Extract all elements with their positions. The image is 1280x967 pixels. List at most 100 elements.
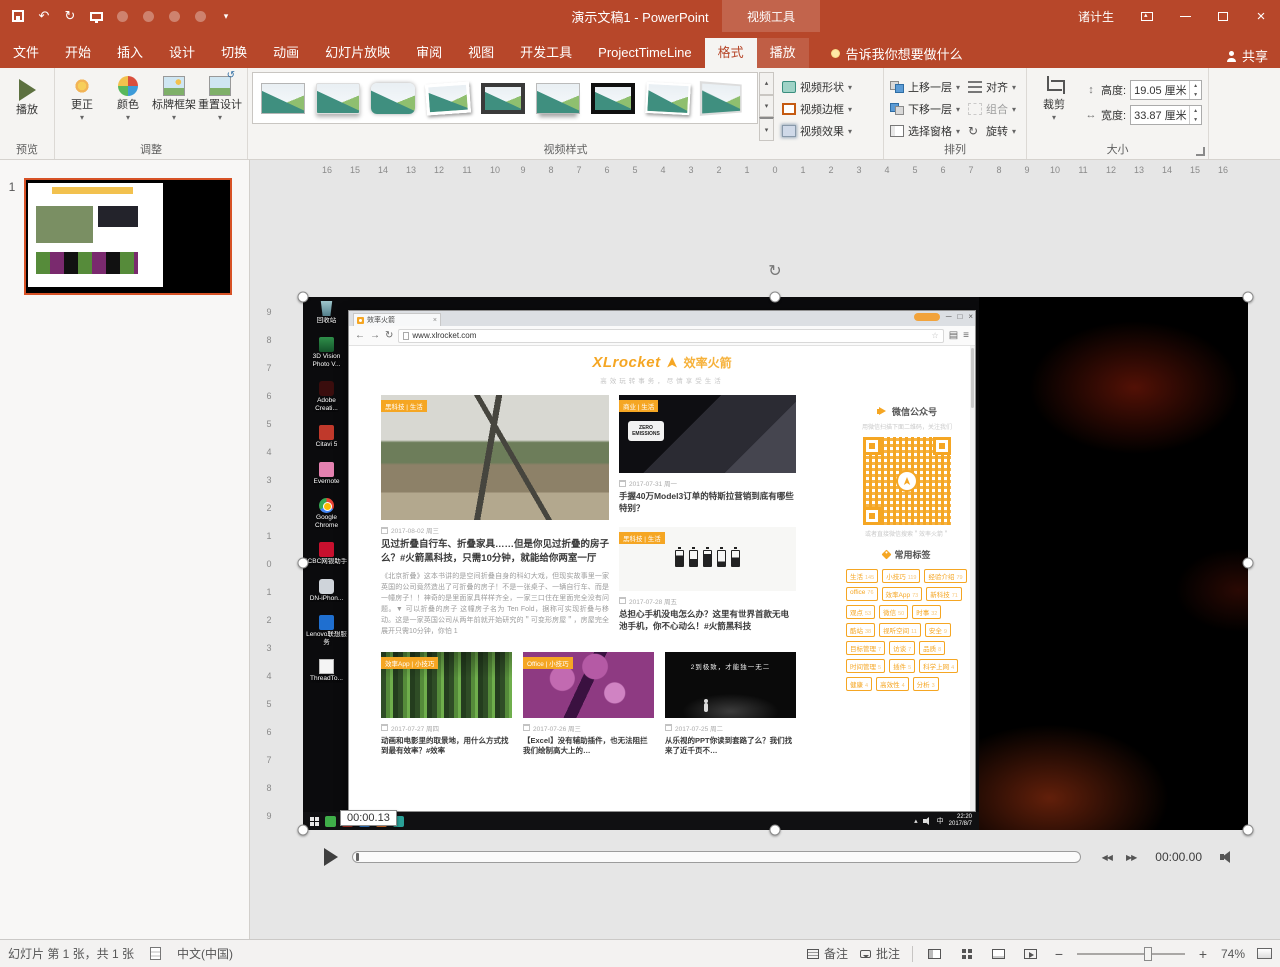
resize-handle-top-right[interactable] (1243, 292, 1254, 303)
tab-ProjectTimeLine[interactable]: ProjectTimeLine (585, 38, 704, 68)
gallery-more-icon[interactable]: ▾ (759, 117, 774, 141)
play-button[interactable]: 播放 (4, 72, 50, 141)
resize-handle-bottom-left[interactable] (298, 825, 309, 836)
video-style-tilt-right[interactable] (640, 75, 695, 121)
browser-scrollbar[interactable] (970, 346, 975, 811)
size-dialog-launcher-icon[interactable] (1196, 147, 1205, 156)
article-image-bamboo[interactable]: 效率App | 小技巧 (381, 652, 512, 718)
desktop-icon[interactable]: Adobe Creati... (305, 381, 348, 412)
tab-设计[interactable]: 设计 (156, 38, 208, 68)
article-card[interactable]: 商业 | 生活 ZERO EMISSIONS 2017-07-31 周一 (619, 395, 796, 515)
frame-back-icon[interactable]: ◀◀ (1102, 853, 1112, 862)
article-title[interactable]: 【Excel】没有辅助插件，也无法阻拦我们绘制高大上的… (523, 736, 654, 757)
tag-安全[interactable]: 安全9 (925, 623, 951, 637)
save-icon[interactable] (12, 10, 24, 22)
media-play-icon[interactable] (324, 848, 338, 866)
desktop-icon[interactable]: Citavi 5 (305, 425, 348, 448)
browser-notice-badge[interactable] (914, 313, 940, 321)
reading-mode-icon[interactable]: ▤ (949, 330, 958, 341)
article-card[interactable]: 效率App | 小技巧 2017-07-27 周四 动画和电影里的取景地，用什么… (381, 652, 512, 757)
start-slideshow-icon[interactable] (90, 12, 103, 21)
tag-效率App[interactable]: 效率App73 (882, 587, 923, 601)
bookmark-star-icon[interactable]: ☆ (932, 331, 939, 340)
article-image-folding-house[interactable]: 黑科技 | 生活 (381, 395, 609, 520)
tag-分析[interactable]: 分析3 (913, 677, 939, 691)
button-重置设计[interactable]: 重置设计▾ (197, 72, 243, 141)
button-颜色[interactable]: 颜色▾ (105, 72, 151, 141)
button-对齐[interactable]: 对齐▾ (968, 77, 1016, 96)
language-indicator[interactable]: 中文(中国) (177, 945, 233, 962)
tab-播放[interactable]: 播放 (757, 38, 809, 68)
tab-开始[interactable]: 开始 (52, 38, 104, 68)
tag-高效性[interactable]: 高效性4 (876, 677, 909, 691)
desktop-icon[interactable]: ICBC网银助手 (305, 542, 348, 565)
refresh-icon[interactable]: ↻ (385, 330, 393, 341)
taskbar-clock[interactable]: 22:20 2017/8/7 (949, 814, 974, 829)
article-image-keynote[interactable]: 2到极致，才能独一无二 (665, 652, 796, 718)
video-frame[interactable]: 回收站3D Vision Photo V...Adobe Creati...Ci… (303, 297, 979, 830)
media-volume-icon[interactable] (1220, 851, 1235, 863)
video-style-dark-frame[interactable] (475, 75, 530, 121)
zoom-in-icon[interactable]: + (1197, 946, 1209, 962)
browser-minimize-icon[interactable]: ─ (946, 312, 952, 321)
category-badge[interactable]: 商业 | 生活 (619, 400, 658, 412)
tag-健康[interactable]: 健康4 (846, 677, 872, 691)
video-style-reflection[interactable] (530, 75, 585, 121)
tag-视听空间[interactable]: 视听空间11 (879, 623, 921, 637)
minimize-icon[interactable] (1166, 0, 1204, 32)
tab-幻灯片放映[interactable]: 幻灯片放映 (312, 38, 403, 68)
article-title[interactable]: 动画和电影里的取景地，用什么方式找到最有效率？#效率 (381, 736, 512, 757)
site-logo[interactable]: XLrocket 效率火箭 (349, 354, 975, 371)
tag-品质[interactable]: 品质8 (919, 641, 945, 655)
resize-handle-top-left[interactable] (298, 292, 309, 303)
taskbar-language-indicator[interactable]: 中 (937, 816, 944, 826)
video-style-black-frame[interactable] (585, 75, 640, 121)
tag-酷站[interactable]: 酷站38 (846, 623, 875, 637)
height-spinner[interactable]: ▲▼ (1189, 81, 1201, 99)
slide-sorter-view-button[interactable] (957, 944, 977, 964)
slide-thumbnail[interactable] (24, 178, 232, 295)
menu-icon[interactable]: ≡ (963, 330, 969, 341)
tag-观点[interactable]: 观点53 (846, 605, 875, 619)
article-title[interactable]: 从乐视的PPT你读到套路了么？我们找来了近千页不… (665, 736, 796, 757)
button-视频效果[interactable]: 视频效果▾ (782, 122, 852, 141)
back-icon[interactable]: ← (355, 330, 365, 341)
browser-tab[interactable]: 效率火箭 × (353, 313, 441, 326)
button-标牌框架[interactable]: 标牌框架▾ (151, 72, 197, 141)
article-card[interactable]: Office | 小技巧 2017-07-26 周三 【Excel】没有辅助插件… (523, 652, 654, 757)
tag-时间管理[interactable]: 时间管理5 (846, 659, 885, 673)
slide[interactable]: 回收站3D Vision Photo V...Adobe Creati...Ci… (303, 297, 1248, 830)
gallery-down-icon[interactable]: ▾ (759, 95, 774, 118)
height-input[interactable]: 19.05 厘米 ▲▼ (1130, 80, 1202, 100)
tab-close-icon[interactable]: × (433, 317, 437, 324)
vertical-ruler[interactable]: 9876543210123456789 (260, 160, 278, 939)
zoom-out-icon[interactable]: − (1053, 946, 1065, 962)
qat-customize-icon[interactable]: ▾ (218, 8, 234, 24)
article-card[interactable]: 2到极致，才能独一无二 2017-07-25 周二 从乐视的PPT你读到套路了么… (665, 652, 796, 757)
desktop-icon[interactable]: Evernote (305, 462, 348, 485)
desktop-icon[interactable]: Google Chrome (305, 498, 348, 529)
slide-canvas[interactable]: 1615141312111098765432101234567891011121… (250, 160, 1280, 939)
category-badge[interactable]: 黑科技 | 生活 (381, 400, 427, 412)
zoom-slider-thumb[interactable] (1144, 947, 1152, 961)
spell-check-icon[interactable] (150, 947, 161, 960)
share-button[interactable]: 共享 (1226, 46, 1268, 65)
rotate-handle-icon[interactable]: ↻ (768, 261, 781, 281)
category-badge[interactable]: 效率App | 小技巧 (381, 657, 438, 669)
article-image-excel-map[interactable]: Office | 小技巧 (523, 652, 654, 718)
tag-访谈[interactable]: 访谈7 (889, 641, 915, 655)
tab-动画[interactable]: 动画 (260, 38, 312, 68)
button-视频边框[interactable]: 视频边框▾ (782, 99, 852, 118)
video-style-simple[interactable] (255, 75, 310, 121)
button-旋转[interactable]: 旋转▾ (968, 122, 1016, 141)
windows-start-icon[interactable] (310, 817, 314, 821)
button-上移一层[interactable]: 上移一层▾ (890, 77, 960, 96)
crop-button[interactable]: 裁剪 ▾ (1031, 72, 1077, 141)
user-name[interactable]: 诸计生 (1078, 8, 1114, 25)
horizontal-ruler[interactable]: 1615141312111098765432101234567891011121… (250, 163, 1280, 179)
tag-小技巧[interactable]: 小技巧119 (882, 569, 920, 583)
article-image-tesla[interactable]: 商业 | 生活 ZERO EMISSIONS (619, 395, 796, 473)
gallery-up-icon[interactable]: ▴ (759, 72, 774, 95)
resize-handle-middle-left[interactable] (298, 558, 309, 569)
resize-handle-bottom-center[interactable] (770, 825, 781, 836)
